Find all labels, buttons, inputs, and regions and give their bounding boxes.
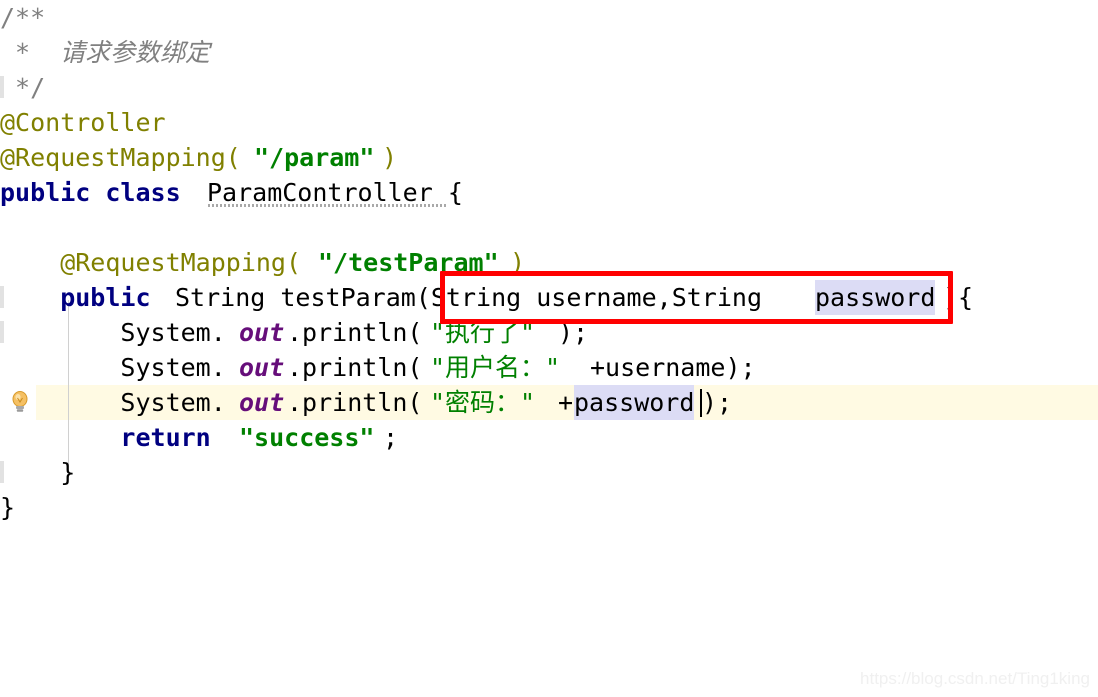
code-token: ); — [558, 318, 589, 347]
code-token: ParamController { — [207, 178, 463, 207]
code-token: "密码：" — [430, 388, 536, 417]
code-token: String testParam(String username,String — [175, 283, 778, 312]
code-token: System. — [0, 388, 226, 417]
code-token: public class — [0, 178, 196, 207]
code-token: "执行了" — [430, 318, 536, 347]
code-token: "success" — [239, 423, 375, 452]
code-token: out — [239, 318, 285, 347]
code-token: @RequestMapping( — [0, 248, 302, 277]
code-token: +username); — [590, 353, 756, 382]
code-token: } — [0, 493, 16, 522]
code-token: 请求参数绑定 — [60, 38, 211, 67]
code-token: @Controller — [0, 108, 166, 137]
code-token: @RequestMapping( — [0, 143, 241, 172]
code-editor[interactable]: /** * 请求参数绑定 */ @Controller @RequestMappin… — [0, 0, 1098, 697]
code-token: "/param" — [254, 143, 375, 172]
text-caret — [700, 389, 702, 417]
code-token: .println( — [287, 388, 423, 417]
code-token: out — [239, 353, 285, 382]
code-token: password — [815, 280, 936, 315]
code-token: "用户名：" — [430, 353, 561, 382]
code-token: ) — [382, 143, 398, 172]
code-token: return — [0, 423, 226, 452]
code-token: ); — [702, 388, 733, 417]
code-token: * — [0, 38, 46, 67]
code-token: password — [574, 385, 695, 420]
code-token: ){ — [943, 283, 974, 312]
code-token: .println( — [287, 353, 423, 382]
code-token: + — [558, 388, 574, 417]
watermark: https://blog.csdn.net/Ting1king — [860, 669, 1090, 688]
code-token: "/testParam" — [318, 248, 499, 277]
code-token: System. — [0, 318, 226, 347]
code-token: } — [0, 458, 76, 487]
code-token: .println( — [287, 318, 423, 347]
code-token: */ — [0, 73, 46, 102]
code-token: out — [239, 388, 285, 417]
code-token: ; — [383, 423, 399, 452]
code-token: public — [0, 283, 166, 312]
code-token: /** — [0, 3, 46, 32]
code-token: System. — [0, 353, 226, 382]
code-token: ) — [510, 248, 526, 277]
